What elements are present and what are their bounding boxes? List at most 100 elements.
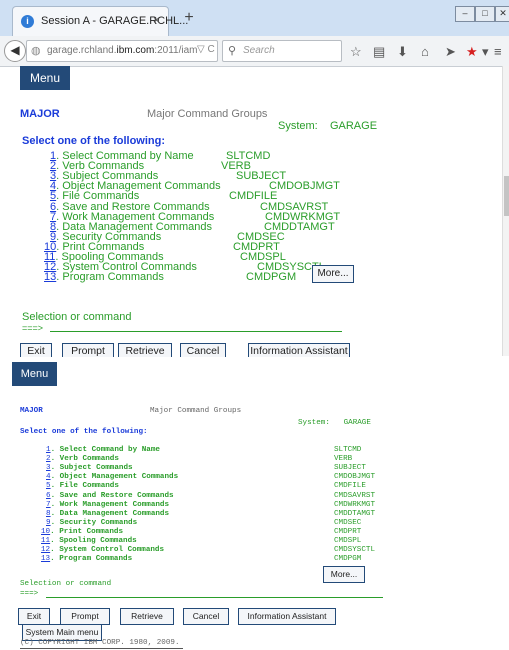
command-prompt-arrow: ===>: [20, 590, 39, 598]
option-label: . Save and Restore Commands: [50, 491, 174, 500]
more-button[interactable]: More...: [323, 566, 365, 583]
maximize-icon[interactable]: □: [475, 6, 495, 22]
more-button[interactable]: More...: [312, 265, 354, 283]
menu-option[interactable]: 11. Spooling Commands: [41, 537, 137, 545]
menu-option[interactable]: 13. Program Commands: [44, 271, 164, 283]
option-command: SUBJECT: [334, 464, 366, 473]
option-command: CMDSYSCTL: [334, 546, 376, 555]
menu-option[interactable]: 4. Object Management Commands: [46, 473, 178, 481]
menu-option[interactable]: 1. Select Command by Name: [46, 446, 160, 454]
menu-button[interactable]: Menu: [12, 362, 57, 386]
copyright: (C) COPYRIGHT IBM CORP. 1980, 2009.: [20, 639, 180, 647]
panel-title: Major Command Groups: [150, 407, 242, 415]
minimize-icon[interactable]: –: [455, 6, 475, 22]
information-assistant-button[interactable]: Information Assistant: [238, 608, 336, 625]
option-command: CMDPGM: [334, 555, 362, 564]
menu-option[interactable]: 10. Print Commands: [41, 528, 123, 536]
option-command: CMDPRT: [334, 527, 362, 536]
globe-icon: ◍: [31, 45, 41, 57]
search-placeholder: Search: [243, 45, 275, 56]
menu-option[interactable]: 3. Subject Commands: [46, 464, 133, 472]
option-label: . Data Management Commands: [50, 509, 170, 518]
red-star-icon[interactable]: ★: [466, 44, 478, 60]
option-command: CMDSEC: [334, 518, 362, 527]
hamburger-menu-icon[interactable]: ≡: [494, 44, 502, 59]
select-prompt: Select one of the following:: [20, 428, 148, 436]
command-input[interactable]: [46, 597, 383, 598]
option-number-link[interactable]: 11: [41, 537, 50, 545]
option-label: . Select Command by Name: [50, 446, 160, 454]
option-label: . Object Management Commands: [50, 473, 179, 482]
info-icon: i: [21, 15, 34, 28]
close-window-icon[interactable]: ✕: [495, 6, 509, 22]
address-bar[interactable]: ◍ garage.rchland.ibm.com:2011/iam ▽ C: [26, 40, 218, 62]
option-command: CMDDTAMGT: [334, 509, 376, 518]
browser-tab-strip: i Session A - GARAGE.RCHL... × + – □ ✕: [0, 0, 509, 37]
bookmark-star-icon[interactable]: ☆: [350, 44, 362, 60]
panel-id: MAJOR: [20, 407, 43, 415]
option-command: CMDFILE: [334, 482, 366, 491]
menu-option[interactable]: 9. Security Commands: [46, 519, 137, 527]
command-prompt-arrow: ===>: [22, 323, 44, 333]
option-number-link[interactable]: 13: [44, 271, 56, 283]
cancel-button[interactable]: Cancel: [183, 608, 229, 625]
option-command: CMDOBJMGT: [269, 180, 340, 193]
system-name: System: GARAGE: [298, 419, 371, 427]
home-icon[interactable]: ⌂: [421, 44, 429, 59]
option-command: SLTCMD: [334, 446, 362, 454]
url-text: garage.rchland.ibm.com:2011/iam: [47, 45, 198, 56]
send-icon[interactable]: ➤: [445, 44, 456, 60]
select-prompt: Select one of the following:: [22, 135, 165, 147]
selection-label: Selection or command: [20, 580, 112, 588]
option-command: CMDSPL: [334, 537, 362, 545]
page-scrollbar[interactable]: [502, 66, 509, 356]
option-command: VERB: [334, 455, 353, 464]
option-command: CMDSAVRST: [334, 491, 376, 500]
option-label: . Spooling Commands: [50, 537, 137, 545]
command-input[interactable]: [50, 331, 342, 332]
dropdown-arrow-icon[interactable]: ▾: [482, 44, 489, 60]
option-label: . System Control Commands: [50, 546, 165, 555]
menu-option[interactable]: 13. Program Commands: [41, 555, 132, 563]
prompt-button[interactable]: Prompt: [60, 608, 110, 625]
option-label: . Program Commands: [50, 555, 133, 564]
option-command: CMDOBJMGT: [334, 473, 376, 482]
option-number-link[interactable]: 10: [41, 528, 50, 536]
download-icon[interactable]: ⬇: [397, 44, 408, 60]
option-label: . Work Management Commands: [50, 500, 170, 509]
menu-option[interactable]: 5. File Commands: [46, 482, 119, 490]
navigation-toolbar: ◀ ◍ garage.rchland.ibm.com:2011/iam ▽ C …: [0, 36, 509, 67]
new-tab-button[interactable]: +: [178, 8, 200, 30]
option-number-link[interactable]: 12: [41, 546, 50, 554]
retrieve-button[interactable]: Retrieve: [120, 608, 174, 625]
option-label: . Print Commands: [50, 527, 124, 536]
option-label: . Verb Commands: [50, 455, 119, 464]
tab-title: Session A - GARAGE.RCHL...: [41, 15, 189, 27]
panel-id: MAJOR: [20, 108, 60, 120]
search-input[interactable]: ⚲ Search: [222, 40, 342, 62]
reading-list-icon[interactable]: ▤: [373, 44, 385, 60]
panel-title: Major Command Groups: [147, 108, 268, 120]
menu-option[interactable]: 2. Verb Commands: [46, 455, 119, 463]
option-command: CMDWRKMGT: [334, 500, 376, 509]
browser-tab[interactable]: i Session A - GARAGE.RCHL... ×: [12, 6, 188, 37]
selection-label: Selection or command: [22, 311, 132, 323]
reload-icon[interactable]: ▽ C: [197, 44, 215, 55]
menu-option[interactable]: 12. System Control Commands: [41, 546, 164, 554]
option-label: . Program Commands: [56, 271, 164, 284]
search-icon: ⚲: [228, 45, 237, 57]
option-command: CMDPGM: [246, 271, 297, 284]
menu-option[interactable]: 6. Save and Restore Commands: [46, 492, 174, 500]
menu-button[interactable]: Menu: [20, 66, 70, 90]
option-label: . Security Commands: [50, 518, 138, 527]
option-number-link[interactable]: 13: [41, 555, 50, 563]
option-label: . File Commands: [50, 482, 119, 491]
scrollbar-thumb[interactable]: [504, 176, 509, 216]
menu-option[interactable]: 8. Data Management Commands: [46, 510, 169, 518]
system-name: System: GARAGE: [278, 120, 378, 132]
back-arrow-icon[interactable]: ◀: [4, 40, 26, 62]
exit-button[interactable]: Exit: [18, 608, 50, 625]
option-label: . Subject Commands: [50, 464, 133, 473]
tab-close-icon[interactable]: ×: [153, 13, 160, 27]
menu-option[interactable]: 7. Work Management Commands: [46, 501, 169, 509]
